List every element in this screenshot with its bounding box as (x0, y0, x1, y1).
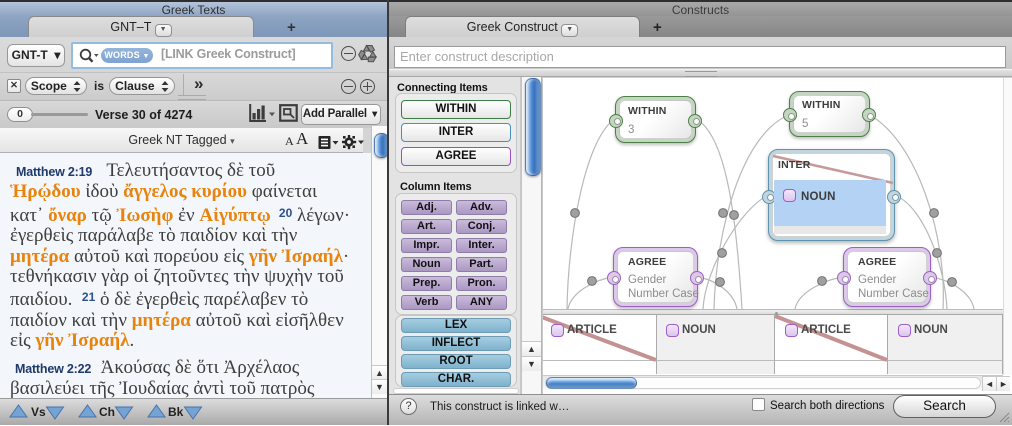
svg-text:Ch: Ch (99, 405, 115, 419)
svg-text:Vs: Vs (31, 405, 46, 419)
svg-text:Bk: Bk (168, 405, 184, 419)
